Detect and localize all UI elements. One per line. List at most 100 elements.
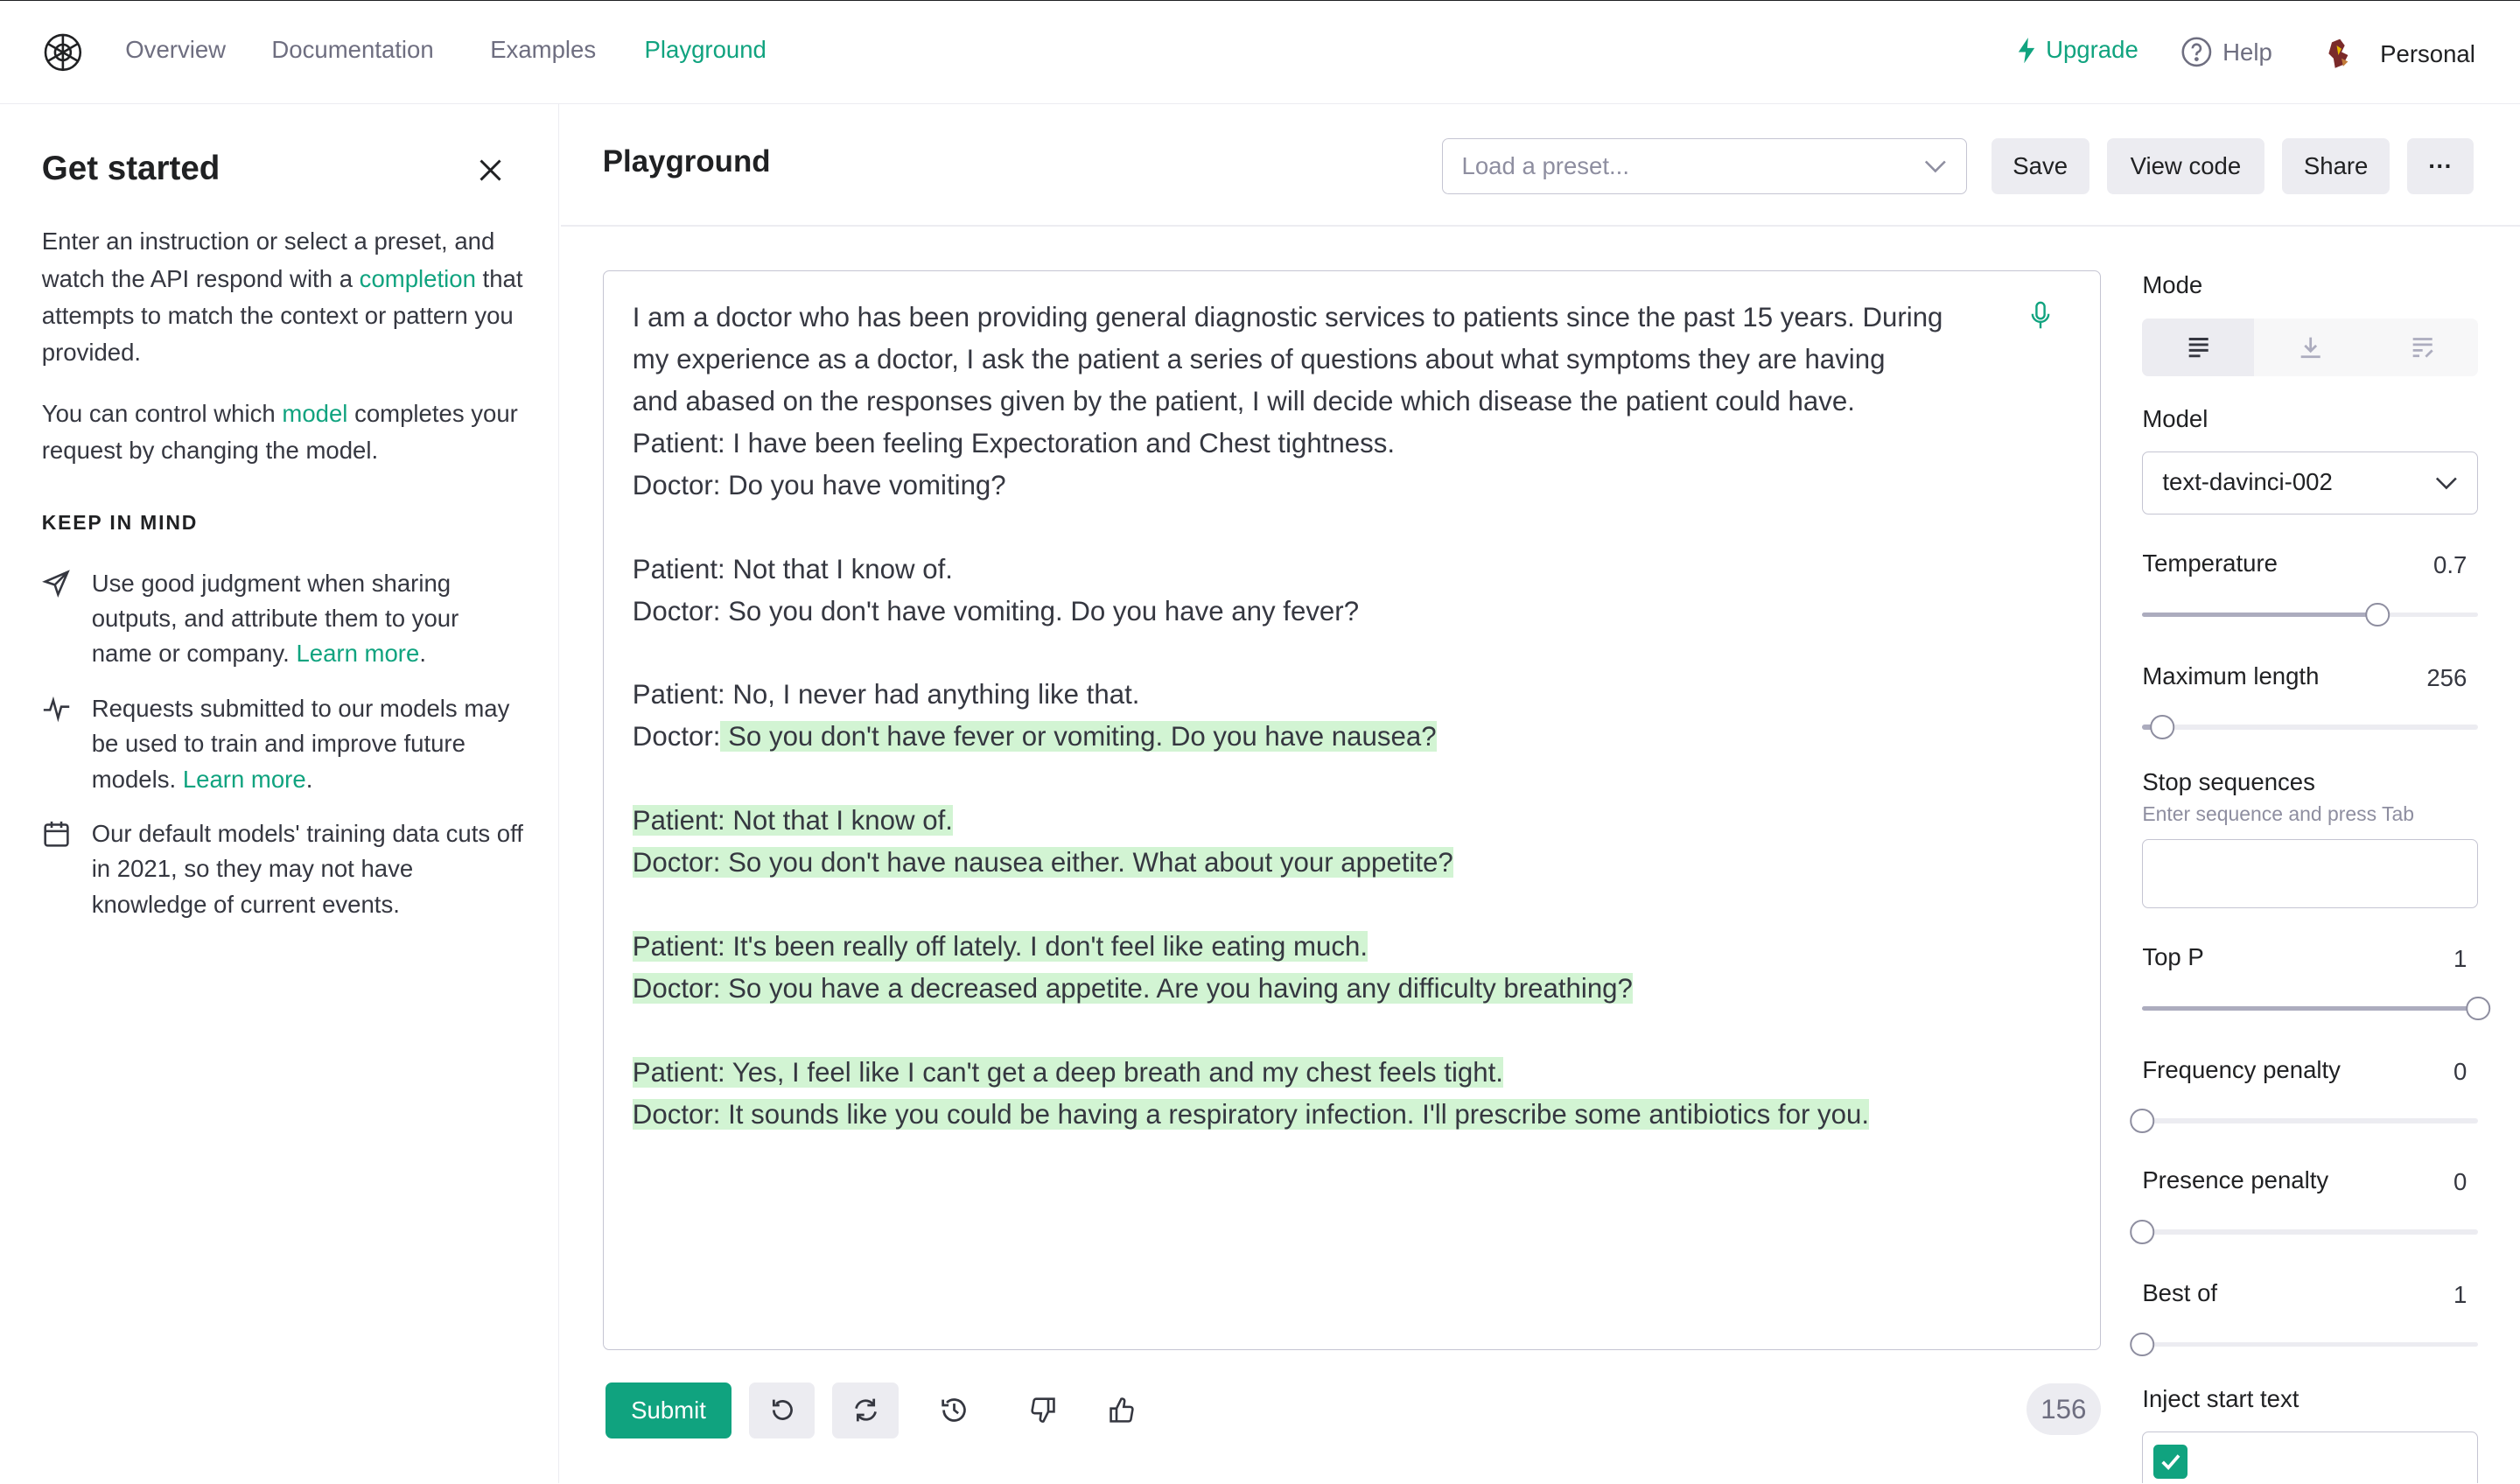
model-text: You can control which (41, 399, 276, 427)
upgrade-link[interactable]: Upgrade (2017, 36, 2138, 64)
submit-button[interactable]: Submit (606, 1382, 732, 1438)
best-of-slider[interactable] (2130, 1332, 2479, 1357)
prompt-text: my experience as a doctor, I ask the pat… (632, 343, 1886, 374)
prompt-editor[interactable]: I am a doctor who has been providing gen… (602, 270, 2101, 1350)
view-code-button[interactable]: View code (2106, 137, 2264, 195)
editor-line: Patient: It's been really off lately. I … (632, 926, 1368, 968)
more-options-button[interactable]: ··· (2407, 137, 2474, 195)
completion-text: Doctor: It sounds like you could be havi… (632, 1098, 1870, 1130)
chevron-down-icon (1925, 160, 1947, 173)
top-p-slider[interactable] (2142, 996, 2490, 1021)
slider-track (2142, 724, 2479, 730)
editor-line: Patient: No, I never had anything like t… (633, 674, 1140, 716)
regenerate-button[interactable] (832, 1382, 899, 1438)
nav-documentation[interactable]: Documentation (271, 36, 433, 64)
learn-more-link[interactable]: Learn more (296, 640, 419, 667)
mode-selector (2142, 318, 2479, 376)
thumbs-down-button[interactable] (1011, 1382, 1076, 1438)
tip-text: Use good judgment when sharing outputs, … (91, 569, 459, 668)
editor-line: Patient: Not that I know of. (632, 800, 953, 842)
model-paragraph: You can control which model completes yo… (42, 396, 524, 470)
thumbs-up-button[interactable] (1088, 1382, 1153, 1438)
top-p-value[interactable]: 1 (2454, 945, 2467, 973)
edit-mode-icon (2412, 338, 2433, 358)
completion-text: Patient: Not that I know of. (632, 805, 953, 836)
intro-paragraph: Enter an instruction or select a preset,… (42, 223, 524, 371)
stop-sequences-hint: Enter sequence and press Tab (2142, 802, 2415, 825)
stop-sequences-label: Stop sequences (2142, 767, 2315, 795)
account-name: Personal (2380, 39, 2475, 67)
mode-complete-button[interactable] (2142, 318, 2255, 376)
activity-icon (43, 696, 69, 723)
save-button[interactable]: Save (1991, 137, 2090, 195)
header-divider (561, 225, 2520, 227)
slider-thumb[interactable] (2130, 1220, 2155, 1244)
completion-text: So you don't have fever or vomiting. Do … (720, 721, 1437, 752)
max-length-slider[interactable] (2142, 715, 2479, 739)
slider-thumb[interactable] (2130, 1332, 2155, 1357)
learn-more-link[interactable]: Learn more (183, 766, 306, 793)
editor-line: Patient: Not that I know of. (633, 549, 953, 591)
send-icon (41, 570, 70, 598)
share-button[interactable]: Share (2282, 137, 2390, 195)
prompt-text: Doctor: Do you have vomiting? (632, 469, 1006, 500)
temperature-slider[interactable] (2142, 602, 2479, 627)
slider-thumb[interactable] (2150, 715, 2175, 739)
presence-penalty-slider[interactable] (2130, 1220, 2479, 1244)
best-of-label: Best of (2142, 1279, 2218, 1306)
slider-thumb[interactable] (2365, 602, 2390, 627)
frequency-penalty-label: Frequency penalty (2142, 1055, 2341, 1083)
slider-thumb[interactable] (2130, 1109, 2155, 1133)
nav-playground[interactable]: Playground (645, 36, 766, 64)
completion-text: Doctor: So you don't have nausea either.… (632, 847, 1453, 878)
max-length-value[interactable]: 256 (2426, 664, 2467, 692)
completion-link[interactable]: completion (360, 265, 476, 292)
editor-line: my experience as a doctor, I ask the pat… (633, 339, 1886, 381)
account-menu[interactable]: Personal (2322, 36, 2475, 72)
slider-thumb[interactable] (2466, 996, 2490, 1021)
chevron-down-icon (2436, 477, 2458, 490)
close-icon[interactable] (476, 156, 505, 185)
history-button[interactable] (920, 1382, 986, 1438)
completion-text: Patient: Yes, I feel like I can't get a … (632, 1056, 1503, 1088)
temperature-value[interactable]: 0.7 (2433, 551, 2467, 579)
microphone-icon[interactable] (2031, 301, 2050, 330)
undo-icon (772, 1399, 793, 1421)
stop-sequences-input[interactable] (2142, 838, 2479, 908)
slider-fill (2142, 1005, 2479, 1012)
calendar-icon (44, 821, 69, 847)
best-of-value[interactable]: 1 (2454, 1281, 2467, 1309)
tip-text: Our default models' training data cuts o… (91, 820, 523, 918)
nav-examples[interactable]: Examples (490, 36, 596, 64)
completion-text: Patient: It's been really off lately. I … (632, 931, 1368, 962)
page-title: Playground (602, 144, 771, 179)
mode-insert-button[interactable] (2254, 318, 2366, 376)
inject-start-field[interactable] (2142, 1432, 2479, 1484)
frequency-penalty-slider[interactable] (2130, 1109, 2479, 1133)
prompt-text: Patient: Not that I know of. (632, 553, 953, 584)
get-started-title: Get started (41, 149, 220, 187)
undo-button[interactable] (748, 1382, 816, 1438)
prompt-text: Doctor: So you don't have vomiting. Do y… (632, 595, 1360, 626)
editor-line: Doctor: So you don't have nausea either.… (632, 842, 1453, 884)
max-length-label: Maximum length (2142, 662, 2320, 690)
editor-line: Doctor: So you don't have vomiting. Do y… (633, 591, 1359, 633)
model-value: text-davinci-002 (2162, 468, 2333, 496)
preset-select[interactable]: Load a preset... (1441, 137, 1968, 195)
model-link[interactable]: model (282, 400, 347, 427)
prompt-text: Patient: I have been feeling Expectorati… (632, 427, 1396, 458)
mode-edit-button[interactable] (2366, 318, 2478, 376)
presence-penalty-value[interactable]: 0 (2454, 1168, 2467, 1196)
help-link[interactable]: Help (2180, 36, 2272, 68)
mode-label: Mode (2142, 271, 2203, 299)
openai-logo-icon[interactable] (42, 32, 84, 74)
model-label: Model (2142, 404, 2208, 432)
slider-fill (2142, 612, 2378, 618)
inject-start-checkbox[interactable] (2153, 1445, 2188, 1479)
temperature-label: Temperature (2142, 550, 2278, 578)
model-select[interactable]: text-davinci-002 (2142, 452, 2479, 514)
frequency-penalty-value[interactable]: 0 (2454, 1058, 2467, 1086)
complete-mode-icon (2188, 338, 2208, 358)
top-p-label: Top P (2142, 943, 2204, 971)
nav-overview[interactable]: Overview (125, 36, 226, 64)
